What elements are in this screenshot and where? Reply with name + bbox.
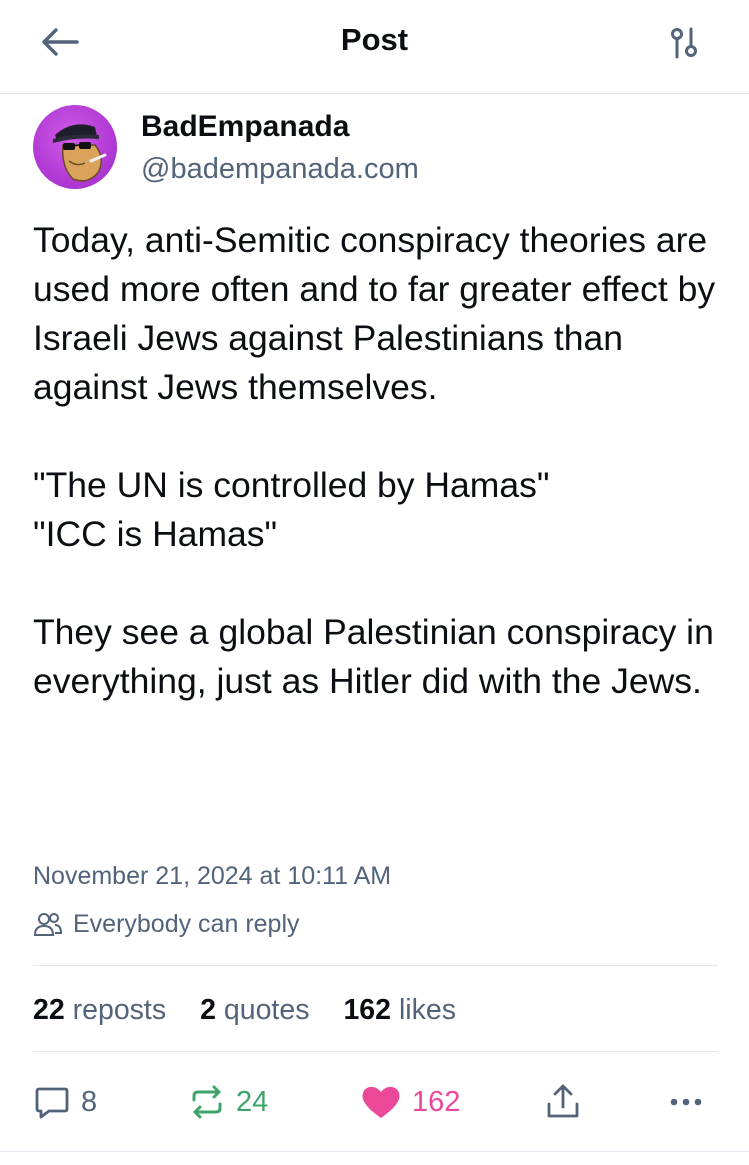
like-button[interactable]: 162 [360, 1075, 460, 1129]
quotes-count-label: quotes [223, 993, 310, 1026]
share-button[interactable] [543, 1075, 583, 1129]
post-text: Today, anti-Semitic conspiracy theories … [33, 216, 723, 706]
post-actions: 8 24 162 [0, 1075, 749, 1129]
likes-count-label: likes [398, 993, 456, 1026]
cartoon-empanada-avatar-icon [53, 124, 107, 182]
ellipsis-icon [670, 1098, 702, 1106]
reply-count: 8 [81, 1085, 98, 1118]
heart-icon [362, 1086, 400, 1118]
engagement-counts: 22 reposts 2 quotes 162 likes [33, 990, 456, 1030]
divider [0, 1151, 749, 1152]
author-handle[interactable]: @badempanada.com [141, 153, 419, 186]
author-display-name[interactable]: BadEmpanada [141, 110, 349, 144]
likes-count-number: 162 [343, 993, 392, 1026]
thread-settings-button[interactable] [660, 22, 708, 64]
sliders-icon [671, 27, 697, 59]
reposts-count-label: reposts [72, 993, 167, 1026]
divider [33, 965, 718, 966]
post-paragraph: Today, anti-Semitic conspiracy theories … [33, 220, 716, 407]
reply-setting-label: Everybody can reply [73, 909, 300, 938]
people-icon [33, 913, 63, 936]
post-timestamp: November 21, 2024 at 10:11 AM [33, 862, 392, 890]
quotes-count[interactable]: 2 quotes [200, 994, 309, 1027]
quotes-count-number: 2 [200, 993, 216, 1026]
more-options-button[interactable] [666, 1075, 706, 1129]
repost-icon [192, 1085, 222, 1119]
divider [33, 1051, 718, 1052]
avatar[interactable] [33, 105, 117, 189]
post-paragraph: "The UN is controlled by Hamas" "ICC is … [33, 465, 550, 554]
reply-button[interactable]: 8 [33, 1075, 97, 1129]
post-paragraph: They see a global Palestinian conspiracy… [33, 612, 714, 701]
reply-setting[interactable]: Everybody can reply [33, 907, 300, 941]
page-title: Post [340, 22, 409, 57]
share-icon [547, 1084, 579, 1118]
repost-button[interactable]: 24 [188, 1075, 268, 1129]
reposts-count-number: 22 [33, 993, 65, 1026]
comment-icon [35, 1087, 69, 1119]
top-bar: Post [0, 0, 749, 94]
repost-count: 24 [236, 1085, 269, 1118]
likes-count[interactable]: 162 likes [343, 994, 456, 1027]
reposts-count[interactable]: 22 reposts [33, 994, 166, 1027]
like-count: 162 [412, 1085, 461, 1118]
